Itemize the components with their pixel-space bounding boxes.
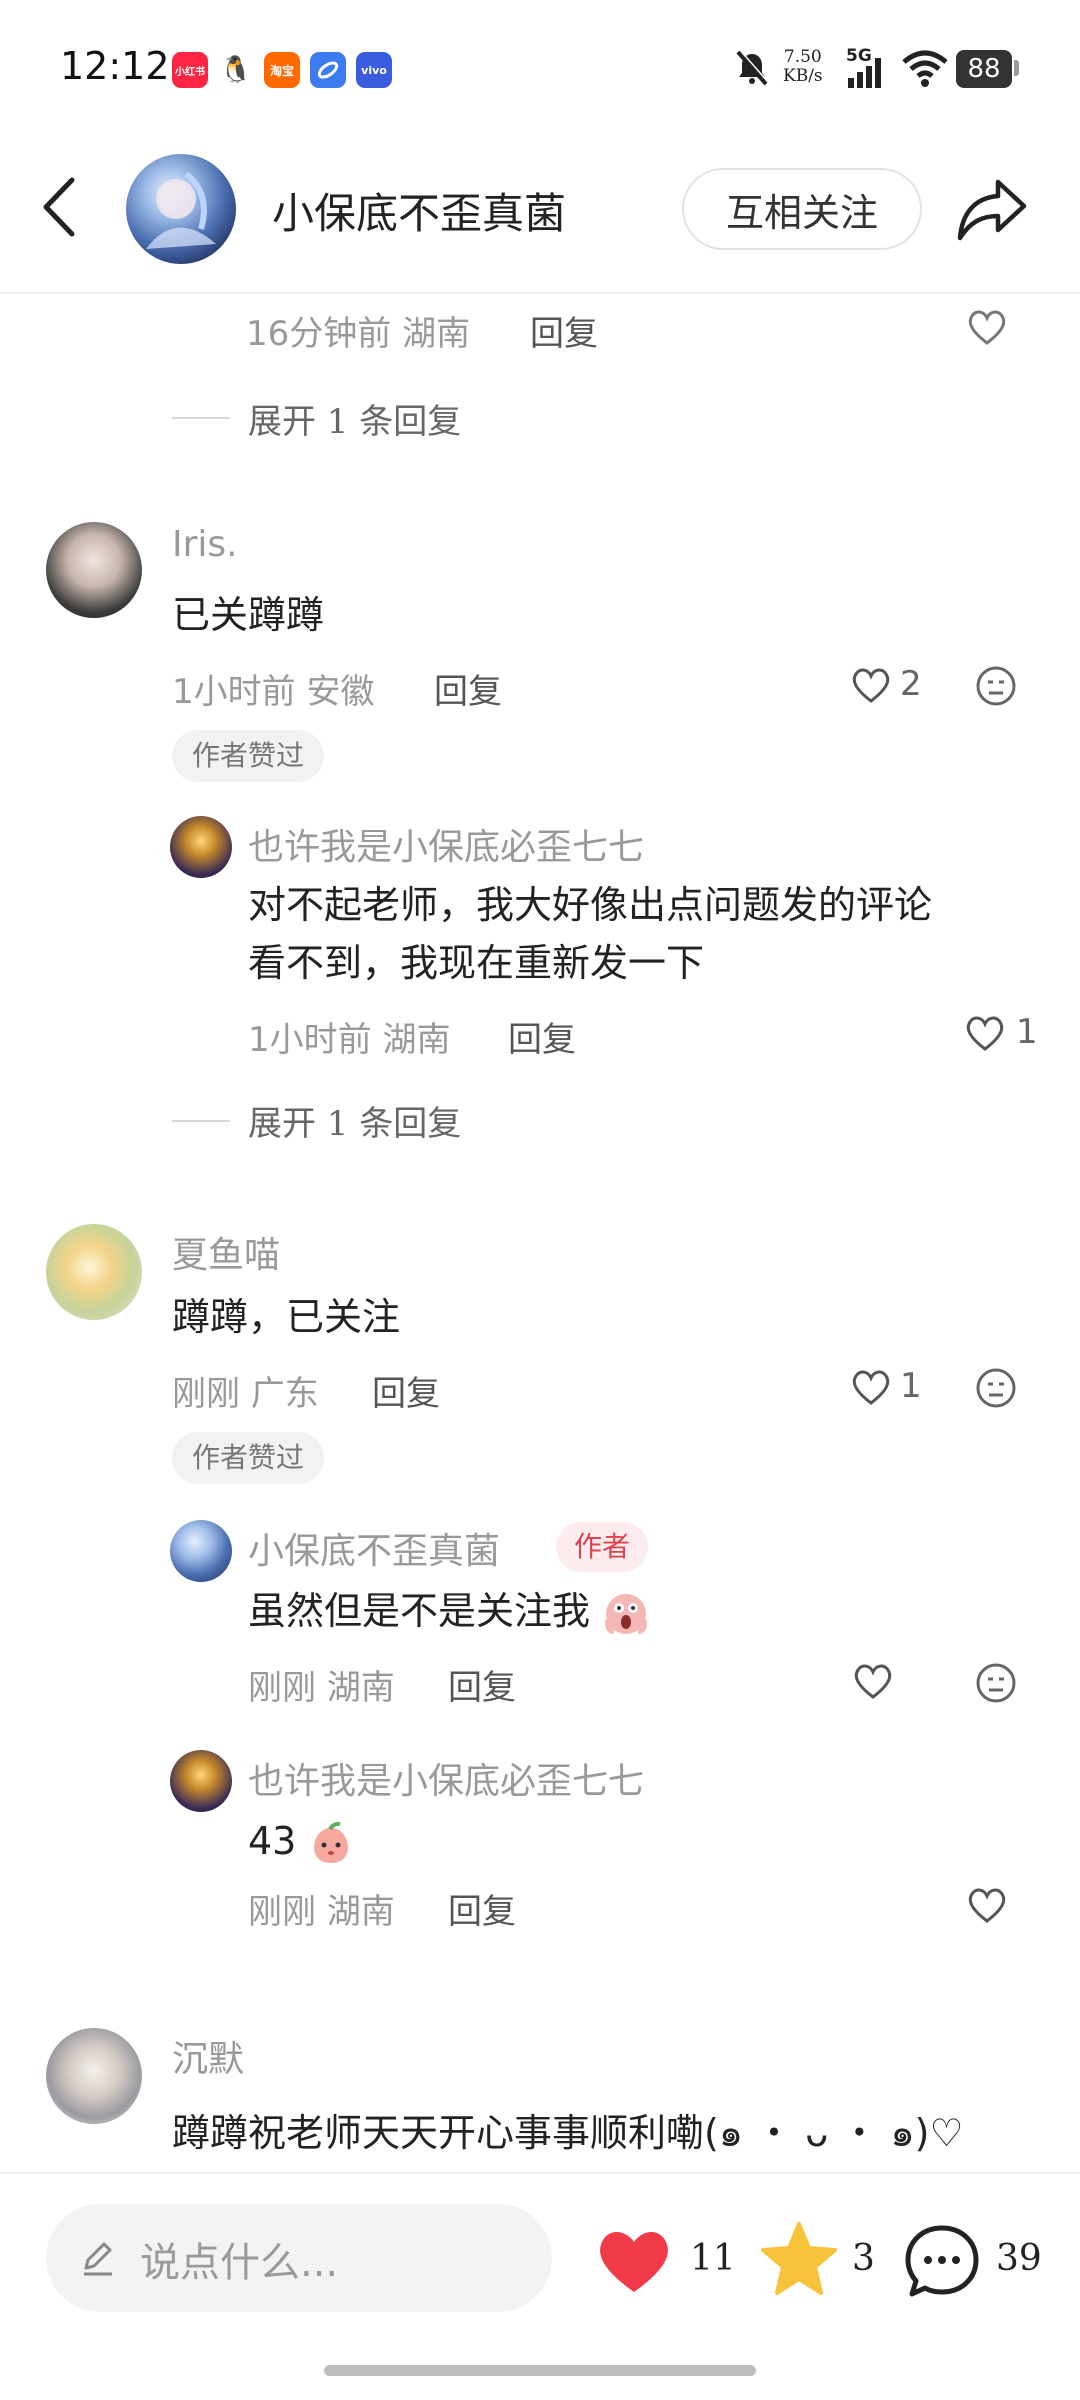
like-count: 1 [1016, 1012, 1038, 1052]
back-arrow-icon [43, 177, 75, 237]
heart-icon [968, 310, 1006, 345]
comment-meta: 16分钟前 湖南 [246, 314, 471, 354]
avatar[interactable] [46, 2028, 142, 2124]
share-icon [957, 179, 1027, 241]
heart-icon [968, 1888, 1006, 1923]
avatar[interactable] [170, 1750, 232, 1812]
reply-button[interactable]: 回复 [434, 664, 502, 713]
like-count: 2 [900, 664, 922, 704]
reply-username[interactable]: 小保底不歪真菌 [248, 1522, 500, 1574]
pencil-icon [78, 2238, 118, 2282]
heart-icon [852, 668, 890, 703]
expand-line [172, 417, 230, 419]
reply-button[interactable]: 回复 [530, 306, 598, 355]
dislike-face-icon [976, 666, 1016, 706]
like-button[interactable] [850, 1368, 892, 1406]
avatar[interactable] [170, 1520, 232, 1582]
reply-username[interactable]: 也许我是小保底必歪七七 [248, 818, 644, 870]
author-liked-tag: 作者赞过 [172, 1432, 325, 1484]
header-avatar[interactable] [126, 154, 236, 264]
reply-text: 对不起老师，我大好像出点问题发的评论 看不到，我现在重新发一下 [248, 883, 933, 985]
bottom-divider [0, 2172, 1080, 2174]
reply-button[interactable]: 回复 [508, 1012, 576, 1061]
comment-username[interactable]: Iris. [172, 524, 238, 565]
like-button[interactable] [850, 666, 892, 704]
taobao-app-icon: 淘宝 [264, 52, 300, 88]
comment-text: 蹲蹲祝老师天天开心事事顺利嘞(๑ ・ ᴗ ・ ๑)♡ [172, 2111, 964, 2155]
back-button[interactable] [36, 172, 86, 242]
share-button[interactable] [956, 176, 1028, 242]
reply-meta: 刚刚 湖南 [248, 1668, 395, 1708]
comment-input-placeholder[interactable]: 说点什么... [140, 2230, 338, 2288]
browser-app-icon [310, 52, 346, 88]
dislike-face-icon [976, 1368, 1016, 1408]
battery-indicator: 88 [956, 50, 1012, 88]
comment-text: 蹲蹲，已关注 [172, 1295, 401, 1339]
xiaohongshu-app-icon: 小红书 [172, 52, 208, 88]
wifi-icon [902, 50, 948, 92]
dislike-face-icon [976, 1663, 1016, 1703]
favorite-count: 3 [852, 2238, 875, 2279]
vivo-app-icon: vivo [356, 52, 392, 88]
mutual-follow-button[interactable]: 互相关注 [682, 168, 922, 250]
reply-meta: 1小时前 湖南 [248, 1020, 451, 1060]
header-username[interactable]: 小保底不歪真菌 [272, 180, 566, 241]
comment-meta: 刚刚 广东 [172, 1374, 319, 1414]
scream-emoji-icon [605, 1593, 647, 1634]
network-speed: 7.50 KB/s [783, 47, 823, 86]
like-post-button[interactable] [594, 2226, 674, 2300]
comment-text: 已关蹲蹲 [172, 593, 325, 637]
like-button[interactable] [966, 308, 1008, 346]
reply-button[interactable]: 回复 [448, 1884, 516, 1933]
chat-bubble-icon [905, 2225, 979, 2297]
reply-text: 43 [248, 1812, 354, 1870]
comment-meta: 1小时前 安徽 [172, 672, 375, 712]
dislike-button[interactable] [975, 665, 1017, 707]
reply-meta: 刚刚 湖南 [248, 1892, 395, 1932]
comments-count: 39 [996, 2238, 1042, 2279]
like-count: 11 [690, 2238, 736, 2279]
reply-button[interactable]: 回复 [448, 1660, 516, 1709]
author-liked-tag: 作者赞过 [172, 730, 325, 782]
like-button[interactable] [964, 1014, 1006, 1052]
heart-icon [854, 1664, 892, 1699]
dislike-button[interactable] [975, 1367, 1017, 1409]
qq-app-icon: 🐧 [218, 52, 254, 88]
header-divider [0, 292, 1080, 294]
home-indicator[interactable] [324, 2365, 756, 2376]
like-button[interactable] [966, 1886, 1008, 1924]
expand-line [172, 1120, 230, 1122]
expand-replies-button[interactable]: 展开 1 条回复 [248, 394, 461, 443]
bell-muted-icon [732, 48, 772, 92]
like-count: 1 [900, 1366, 922, 1406]
heart-icon [600, 2231, 668, 2292]
reply-username[interactable]: 也许我是小保底必歪七七 [248, 1752, 644, 1804]
author-tag: 作者 [556, 1522, 649, 1572]
avatar[interactable] [170, 816, 232, 878]
status-time: 12:12 [60, 44, 170, 88]
comment-username[interactable]: 沉默 [172, 2030, 244, 2082]
heart-icon [966, 1016, 1004, 1051]
dislike-button[interactable] [975, 1662, 1017, 1704]
reply-button[interactable]: 回复 [372, 1366, 440, 1415]
expand-replies-button[interactable]: 展开 1 条回复 [248, 1096, 461, 1145]
battery-cap [1014, 60, 1019, 76]
reply-text: 虽然但是不是关注我 [248, 1582, 650, 1640]
comments-button[interactable] [902, 2222, 982, 2306]
like-button[interactable] [852, 1662, 894, 1700]
comment-username[interactable]: 夏鱼喵 [172, 1226, 280, 1278]
star-icon [761, 2222, 837, 2295]
avatar[interactable] [46, 522, 142, 618]
peach-face-emoji-icon [314, 1821, 349, 1863]
heart-icon [852, 1370, 890, 1405]
favorite-button[interactable] [758, 2220, 840, 2304]
avatar[interactable] [46, 1224, 142, 1320]
